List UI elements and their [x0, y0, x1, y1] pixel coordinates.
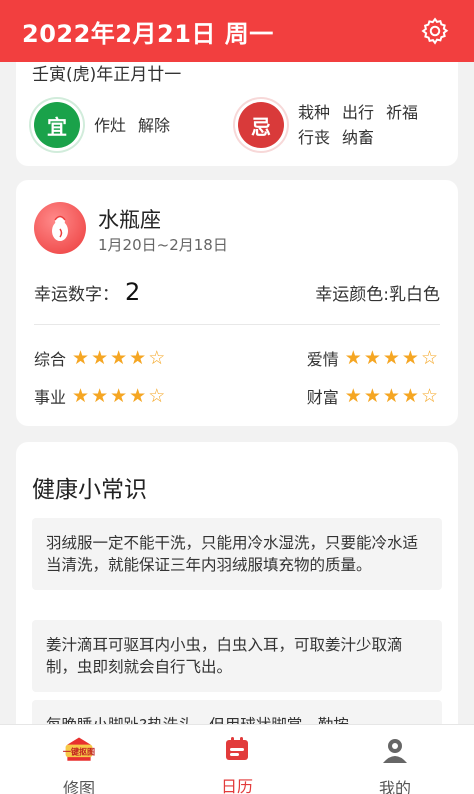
star-filled-icon: ★: [72, 384, 90, 407]
ji-badge: 忌: [238, 102, 284, 148]
ji-section: 忌 栽种 出行 祈福 行丧 纳畜: [238, 102, 458, 150]
rating-label: 爱情: [306, 350, 339, 369]
star-filled-icon: ★: [382, 384, 400, 407]
star-filled-icon: ★: [110, 346, 128, 369]
rating-overall: 综合 ★ ★ ★ ★ ☆: [34, 346, 167, 370]
lucky-number-value: 2: [125, 278, 141, 306]
app-header: 2022年2月21日 周一: [0, 0, 474, 62]
lucky-number-label: 幸运数字：: [34, 285, 119, 305]
divider: [34, 324, 440, 325]
rating-love: 爱情 ★ ★ ★ ★ ☆: [307, 346, 440, 370]
tab-profile[interactable]: 我的: [316, 725, 474, 794]
almanac-card: 壬寅(虎)年正月廿一 宜 作灶 解除 忌 栽种 出行 祈福 行丧 纳畜: [16, 62, 458, 166]
health-tip: 姜汁滴耳可驱耳内小虫，白虫入耳，可取姜汁少取滴制，虫即刻就会自行飞出。: [32, 620, 442, 692]
bottom-tab-bar: 一键抠图 修图 日历 我的: [0, 724, 474, 794]
star-rating: ★ ★ ★ ★ ☆: [72, 384, 167, 407]
rating-row: 事业 ★ ★ ★ ★ ☆ 财富 ★ ★ ★ ★ ☆: [34, 384, 440, 408]
star-filled-icon: ★: [363, 346, 381, 369]
star-filled-icon: ★: [129, 384, 147, 407]
lucky-number: 幸运数字： 2: [34, 278, 140, 306]
rating-label: 事业: [34, 388, 67, 407]
tab-calendar[interactable]: 日历: [158, 725, 316, 794]
zodiac-name: 水瓶座: [98, 208, 161, 232]
zodiac-card[interactable]: 水瓶座 1月20日~2月18日 幸运数字： 2 幸运颜色:乳白色 综合 ★ ★ ★ ★ ☆…: [16, 180, 458, 426]
tab-label: 日历: [220, 777, 253, 794]
aquarius-icon: [34, 202, 86, 254]
rating-row: 综合 ★ ★ ★ ★ ☆ 爱情 ★ ★ ★ ★ ☆: [34, 346, 440, 370]
star-filled-icon: ★: [72, 346, 90, 369]
rating-career: 事业 ★ ★ ★ ★ ☆: [34, 384, 167, 408]
tab-label: 修图: [62, 779, 95, 794]
star-filled-icon: ★: [110, 384, 128, 407]
health-tip: 每晚睡小脚趾?热洗头，但用球状脚掌，勤按: [32, 700, 442, 724]
health-tip: 羽绒服一定不能干洗，只能用冷水湿洗，只要能冷水适当清洗，就能保证三年内羽绒服填充…: [32, 518, 442, 590]
page-title: 2022年2月21日 周一: [22, 19, 274, 48]
zodiac-dates: 1月20日~2月18日: [98, 236, 228, 254]
lunar-date: 壬寅(虎)年正月廿一: [32, 65, 182, 85]
user-icon: [378, 735, 412, 765]
star-filled-icon: ★: [344, 346, 362, 369]
yi-item: 解除: [138, 116, 171, 135]
ji-item: 纳畜: [342, 128, 375, 147]
star-filled-icon: ★: [401, 384, 419, 407]
star-rating: ★ ★ ★ ★ ☆: [72, 346, 167, 369]
ji-item: 出行: [342, 103, 375, 122]
rating-label: 综合: [34, 350, 67, 369]
lucky-color: 幸运颜色:乳白色: [315, 285, 440, 305]
yi-section: 宜 作灶 解除: [34, 102, 234, 148]
health-title: 健康小常识: [32, 477, 147, 503]
star-rating: ★ ★ ★ ★ ☆: [344, 346, 440, 369]
rating-label: 财富: [306, 388, 339, 407]
star-filled-icon: ★: [91, 384, 109, 407]
yi-badge: 宜: [34, 102, 80, 148]
star-filled-icon: ★: [363, 384, 381, 407]
cutout-badge-icon: 一键抠图: [62, 735, 96, 765]
badge-text: 一键抠图: [63, 746, 95, 756]
ji-item: 行丧: [298, 128, 331, 147]
yi-list: 作灶 解除: [94, 113, 234, 138]
gear-icon: [421, 17, 449, 45]
ji-item: 栽种: [298, 103, 331, 122]
star-empty-icon: ☆: [420, 346, 438, 369]
star-rating: ★ ★ ★ ★ ☆: [344, 384, 440, 407]
star-filled-icon: ★: [401, 346, 419, 369]
lucky-row: 幸运数字： 2 幸运颜色:乳白色: [34, 278, 440, 306]
star-empty-icon: ☆: [420, 384, 438, 407]
yi-item: 作灶: [94, 116, 127, 135]
rating-wealth: 财富 ★ ★ ★ ★ ☆: [307, 384, 440, 408]
content-scroll[interactable]: 壬寅(虎)年正月廿一 宜 作灶 解除 忌 栽种 出行 祈福 行丧 纳畜 水瓶座 …: [0, 62, 474, 724]
calendar-icon: [220, 735, 254, 763]
ji-item: 祈福: [386, 103, 419, 122]
tab-label: 我的: [378, 779, 411, 794]
health-card: 健康小常识 羽绒服一定不能干洗，只能用冷水湿洗，只要能冷水适当清洗，就能保证三年…: [16, 442, 458, 724]
star-filled-icon: ★: [344, 384, 362, 407]
star-filled-icon: ★: [129, 346, 147, 369]
star-empty-icon: ☆: [148, 346, 166, 369]
star-filled-icon: ★: [382, 346, 400, 369]
ji-list: 栽种 出行 祈福 行丧 纳畜: [298, 100, 458, 150]
star-filled-icon: ★: [91, 346, 109, 369]
tab-edit-photo[interactable]: 一键抠图 修图: [0, 725, 158, 794]
settings-button[interactable]: [418, 14, 452, 48]
star-empty-icon: ☆: [148, 384, 166, 407]
